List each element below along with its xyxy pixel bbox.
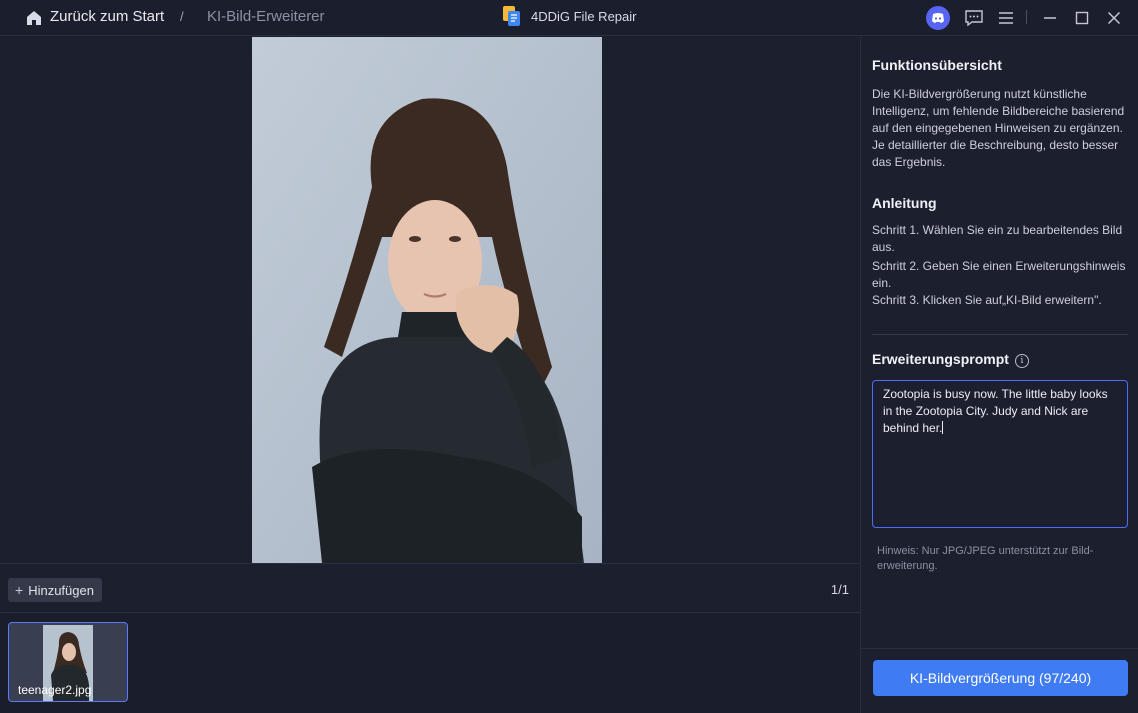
close-icon[interactable] [1102, 6, 1126, 30]
app-logo-icon [502, 5, 522, 26]
guide-step-3: Schritt 3. Klicken Sie auf„KI-Bild erwei… [872, 293, 1102, 307]
text-cursor [942, 421, 944, 434]
thumbnail-item[interactable]: teenager2.jpg [8, 622, 128, 702]
prompt-heading: Erweiterungsprompt i [872, 351, 1029, 368]
thumbnail-strip: teenager2.jpg [0, 614, 860, 713]
overview-heading: Funktionsübersicht [872, 57, 1002, 73]
section-divider [872, 334, 1128, 335]
app-title: 4DDiG File Repair [531, 9, 637, 24]
thumbnail-filename: teenager2.jpg [18, 683, 92, 697]
overview-text: Die KI-Bildvergrößerung nutzt künstliche… [872, 87, 1125, 169]
guide-step-2: Schritt 2. Geben Sie einen Erweiterungsh… [872, 259, 1126, 290]
preview-photo [252, 37, 602, 563]
settings-panel: Funktionsübersicht Die KI-Bildvergrößeru… [860, 37, 1138, 713]
menu-icon[interactable] [994, 6, 1018, 30]
guide-heading: Anleitung [872, 195, 937, 211]
prompt-heading-label: Erweiterungsprompt [872, 351, 1009, 367]
image-preview-area [0, 37, 860, 563]
format-hint: Hinweis: Nur JPG/JPEG unterstützt zur Bi… [877, 545, 1094, 572]
maximize-icon[interactable] [1070, 6, 1094, 30]
feedback-icon[interactable] [962, 6, 986, 30]
add-image-label: Hinzufügen [28, 582, 94, 598]
home-icon[interactable] [25, 9, 43, 27]
image-toolbar: + Hinzufügen 1/1 [0, 563, 860, 613]
guide-step-1: Schritt 1. Wählen Sie ein zu bearbeitend… [872, 223, 1123, 254]
titlebar-divider [1026, 10, 1027, 24]
page-counter: 1/1 [830, 582, 849, 597]
prompt-text: Zootopia is busy now. The little baby lo… [883, 387, 1108, 435]
breadcrumb-current: KI-Bild-Erweiterer [207, 8, 325, 25]
add-image-button[interactable]: + Hinzufügen [8, 578, 102, 602]
ai-enlarge-button[interactable]: KI-Bildvergrößerung (97/240) [873, 660, 1128, 696]
minimize-icon[interactable] [1038, 6, 1062, 30]
panel-footer-divider [861, 648, 1138, 649]
title-bar: Zurück zum Start / KI-Bild-Erweiterer 4D… [0, 0, 1138, 36]
info-icon[interactable]: i [1014, 354, 1029, 368]
prompt-textarea[interactable]: Zootopia is busy now. The little baby lo… [872, 380, 1128, 528]
back-to-start-link[interactable]: Zurück zum Start [50, 8, 164, 25]
plus-icon: + [15, 582, 24, 598]
discord-icon[interactable] [926, 6, 950, 30]
breadcrumb-separator: / [180, 9, 184, 24]
